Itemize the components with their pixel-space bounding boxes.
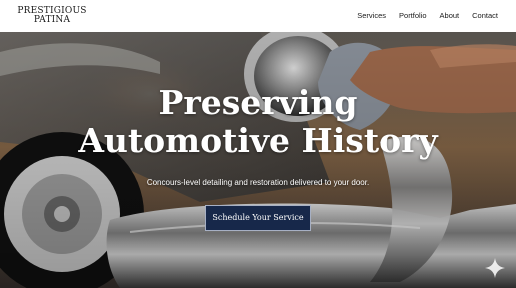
brand-line-2: PATINA: [33, 15, 71, 25]
hero-section: Preserving Automotive History Concours-l…: [0, 32, 516, 288]
brand-logo[interactable]: PRESTIGIOUS PATINA: [17, 7, 87, 25]
hero-headline: Preserving Automotive History: [0, 84, 516, 160]
main-nav: Services Portfolio About Contact: [357, 11, 498, 20]
sparkle-icon: [485, 258, 505, 278]
hero-subtext: Concours-level detailing and restoration…: [146, 178, 370, 187]
site-header: PRESTIGIOUS PATINA Services Portfolio Ab…: [0, 0, 516, 32]
nav-services[interactable]: Services: [357, 11, 386, 20]
nav-about[interactable]: About: [440, 11, 460, 20]
nav-contact[interactable]: Contact: [472, 11, 498, 20]
hero-headline-line-1: Preserving: [158, 83, 358, 122]
hero-headline-line-2: Automotive History: [78, 121, 438, 160]
schedule-service-button[interactable]: Schedule Your Service: [205, 205, 311, 231]
nav-portfolio[interactable]: Portfolio: [399, 11, 427, 20]
hero-overlay: [0, 32, 516, 288]
